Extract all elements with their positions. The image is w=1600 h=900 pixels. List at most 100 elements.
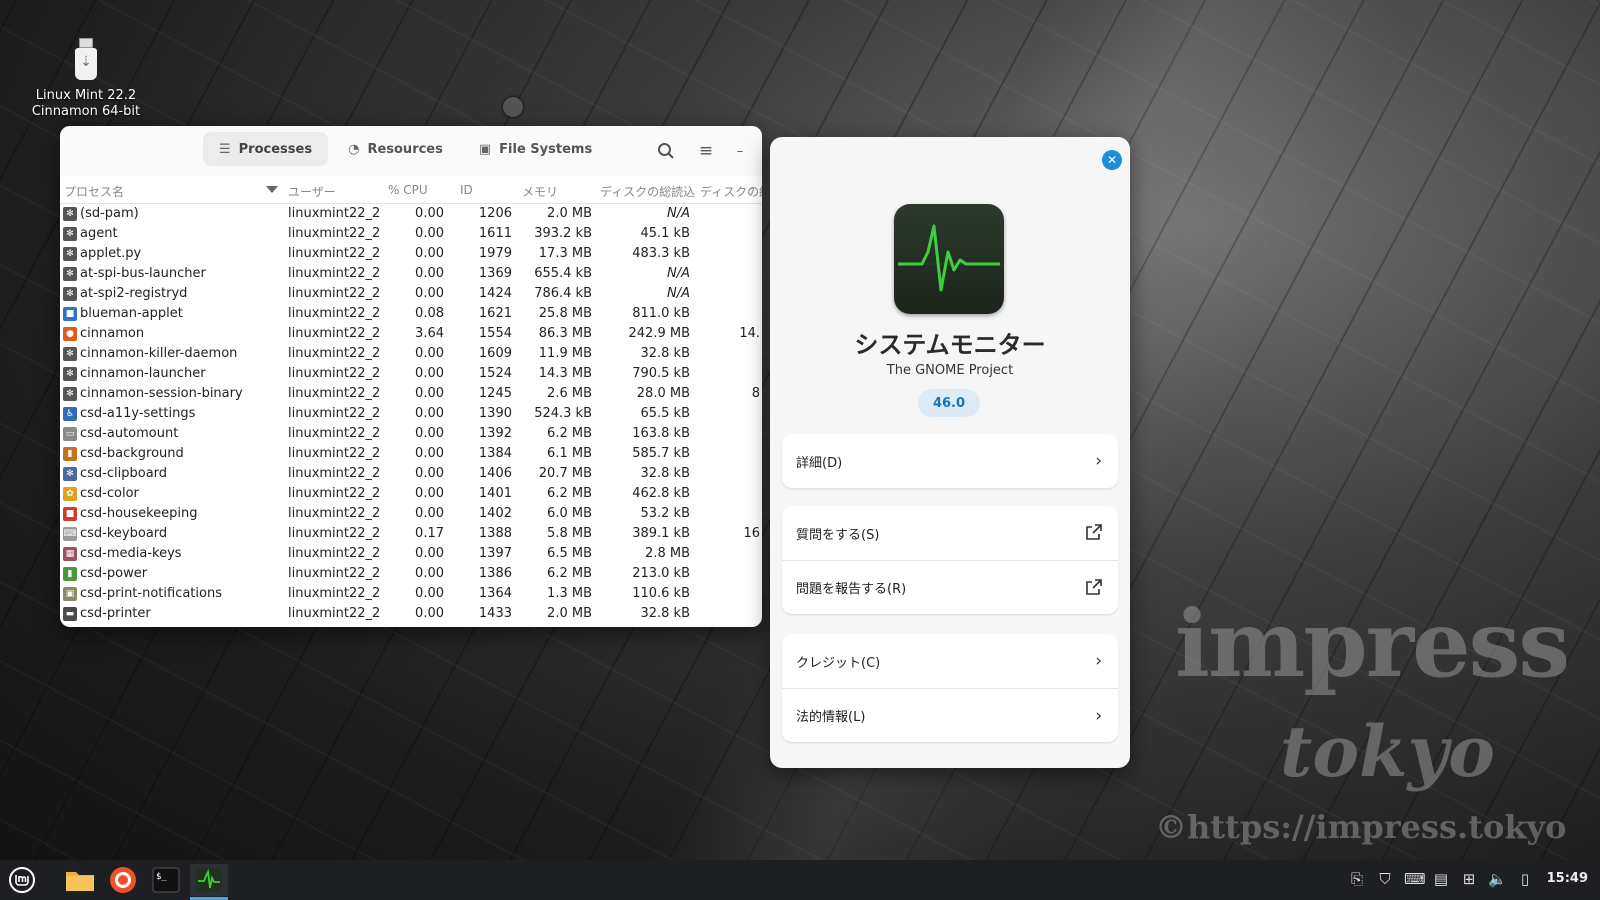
- disk-icon: ▣: [478, 141, 492, 157]
- process-memory: 393.2 kB: [534, 226, 592, 241]
- power-icon[interactable]: ▯: [1516, 870, 1534, 888]
- table-row[interactable]: ● cinnamon linuxmint22_2 3.64 1554 86.3 MB 242…: [60, 324, 762, 344]
- table-row[interactable]: ✿ csd-color linuxmint22_2 0.00 1401 6.2 MB 462…: [60, 484, 762, 504]
- taskbar-terminal[interactable]: $_: [147, 864, 185, 896]
- process-name: csd-housekeeping: [80, 506, 198, 521]
- process-cpu: 0.00: [415, 466, 444, 481]
- credits-row[interactable]: クレジット(C) ›: [782, 634, 1118, 688]
- network-icon[interactable]: ⊞: [1460, 870, 1478, 888]
- process-disk-read: 790.5 kB: [632, 366, 690, 381]
- taskbar-files[interactable]: [61, 864, 99, 896]
- hamburger-menu-icon[interactable]: ≡: [694, 139, 718, 163]
- ask-question-label: 質問をする(S): [796, 527, 880, 543]
- column-process-name[interactable]: プロセス名: [64, 183, 124, 200]
- desktop-icon-install-media[interactable]: ⇣ Linux Mint 22.2 Cinnamon 64-bit: [30, 38, 142, 120]
- process-cpu: 0.00: [415, 406, 444, 421]
- process-table-header: プロセス名 ユーザー % CPU ID メモリ ディスクの総読込 ディスクの総: [60, 176, 762, 204]
- table-row[interactable]: ✻ agent linuxmint22_2 0.00 1611 393.2 kB 45.1 …: [60, 224, 762, 244]
- column-cpu[interactable]: % CPU: [388, 183, 428, 197]
- list-icon: ☰: [219, 141, 231, 157]
- process-user: linuxmint22_2: [288, 526, 381, 541]
- clipboard-icon[interactable]: ⎘: [1348, 870, 1366, 888]
- table-row[interactable]: ▦ csd-media-keys linuxmint22_2 0.00 1397 6.5 …: [60, 544, 762, 564]
- table-row[interactable]: ✻ csd-clipboard linuxmint22_2 0.00 1406 20.7 …: [60, 464, 762, 484]
- process-disk-read: 28.0 MB: [636, 386, 690, 401]
- table-row[interactable]: ✻ (sd-pam) linuxmint22_2 0.00 1206 2.0 MB N/A: [60, 204, 762, 224]
- ask-question-row[interactable]: 質問をする(S): [782, 506, 1118, 560]
- process-name: applet.py: [80, 246, 142, 261]
- app-name: システムモニター: [854, 331, 1046, 359]
- table-row[interactable]: ▣ csd-print-notifications linuxmint22_2 0.0…: [60, 584, 762, 604]
- process-cpu: 0.00: [415, 506, 444, 521]
- process-cpu: 0.00: [415, 286, 444, 301]
- table-row[interactable]: ✻ cinnamon-launcher linuxmint22_2 0.00 1524 1…: [60, 364, 762, 384]
- table-row[interactable]: ✻ at-spi2-registryd linuxmint22_2 0.00 1424 7…: [60, 284, 762, 304]
- process-disk-read: N/A: [667, 206, 690, 221]
- process-user: linuxmint22_2: [288, 486, 381, 501]
- process-id: 1386: [478, 566, 512, 581]
- table-row[interactable]: ♿ csd-a11y-settings linuxmint22_2 0.00 1390 5…: [60, 404, 762, 424]
- minimize-icon[interactable]: –: [728, 139, 752, 163]
- tab-processes[interactable]: ☰ Processes: [203, 132, 329, 166]
- details-row[interactable]: 詳細(D) ›: [782, 434, 1118, 488]
- process-gear-icon: ✻: [63, 227, 77, 241]
- table-row[interactable]: ■ blueman-applet linuxmint22_2 0.08 1621 25.8…: [60, 304, 762, 324]
- column-memory[interactable]: メモリ: [522, 183, 558, 200]
- process-id: 1388: [478, 526, 512, 541]
- process-memory: 1.3 MB: [547, 586, 592, 601]
- system-monitor-window: ☰ Processes ◔ Resources ▣ File Systems ≡…: [60, 126, 762, 627]
- taskbar-firefox[interactable]: [104, 864, 142, 896]
- process-user: linuxmint22_2: [288, 206, 381, 221]
- process-gear-icon: ✻: [63, 247, 77, 261]
- process-user: linuxmint22_2: [288, 246, 381, 261]
- legal-row[interactable]: 法的情報(L) ›: [782, 688, 1118, 742]
- column-user[interactable]: ユーザー: [288, 183, 336, 200]
- table-row[interactable]: ■ csd-housekeeping linuxmint22_2 0.00 1402 6.…: [60, 504, 762, 524]
- table-row[interactable]: ▮ csd-background linuxmint22_2 0.00 1384 6.1 …: [60, 444, 762, 464]
- process-gear-icon: ✻: [63, 367, 77, 381]
- report-issue-row[interactable]: 問題を報告する(R): [782, 560, 1118, 614]
- table-row[interactable]: ✻ applet.py linuxmint22_2 0.00 1979 17.3 MB 48…: [60, 244, 762, 264]
- maximize-icon[interactable]: ☐: [758, 139, 762, 163]
- volume-icon[interactable]: 🔈: [1488, 870, 1507, 888]
- table-row[interactable]: ⌨ csd-keyboard linuxmint22_2 0.17 1388 5.8 MB…: [60, 524, 762, 544]
- column-disk-read[interactable]: ディスクの総読込: [600, 183, 695, 200]
- table-row[interactable]: ✻ at-spi-bus-launcher linuxmint22_2 0.00 136…: [60, 264, 762, 284]
- notes-icon[interactable]: ▤: [1432, 870, 1450, 888]
- process-name: csd-background: [80, 446, 184, 461]
- process-memory: 6.2 MB: [547, 566, 592, 581]
- external-link-icon: [1086, 579, 1102, 595]
- watermark-url: ©https://impress.tokyo: [1155, 808, 1567, 846]
- shield-icon[interactable]: ⛉: [1376, 870, 1394, 888]
- process-memory: 2.0 MB: [547, 206, 592, 221]
- mouse-cursor: [503, 97, 523, 117]
- table-row[interactable]: ✻ cinnamon-killer-daemon linuxmint22_2 0.00…: [60, 344, 762, 364]
- process-gear-icon: ✻: [63, 287, 77, 301]
- taskbar-system-monitor[interactable]: [190, 864, 228, 900]
- keyboard-icon[interactable]: ⌨: [1404, 870, 1426, 888]
- desktop-icon-label-line2: Cinnamon 64-bit: [31, 104, 141, 119]
- tab-file-systems[interactable]: ▣ File Systems: [463, 132, 608, 166]
- table-row[interactable]: ✻ cinnamon-session-binary linuxmint22_2 0.0…: [60, 384, 762, 404]
- column-disk-write[interactable]: ディスクの総: [700, 183, 762, 200]
- close-icon[interactable]: ✕: [1102, 150, 1122, 170]
- process-name: at-spi2-registryd: [80, 286, 188, 301]
- search-icon[interactable]: [654, 139, 678, 163]
- process-person-icon: ♿: [63, 407, 77, 421]
- mint-menu-button[interactable]: [6, 866, 38, 894]
- process-print-icon: ▣: [63, 587, 77, 601]
- process-name: cinnamon-session-binary: [80, 386, 243, 401]
- clock[interactable]: 15:49: [1547, 871, 1588, 886]
- process-printer-icon: ▬: [63, 607, 77, 621]
- table-row[interactable]: ▭ csd-automount linuxmint22_2 0.00 1392 6.2 M…: [60, 424, 762, 444]
- watermark-tokyo: tokyo: [1280, 710, 1495, 793]
- credits-label: クレジット(C): [796, 655, 881, 671]
- column-id[interactable]: ID: [460, 183, 473, 197]
- table-row[interactable]: ▬ csd-printer linuxmint22_2 0.00 1433 2.0 MB 3…: [60, 604, 762, 624]
- process-memory: 6.1 MB: [547, 446, 592, 461]
- process-disk-write: 16: [743, 526, 760, 541]
- process-disk-write: 8: [751, 386, 760, 401]
- table-row[interactable]: ▮ csd-power linuxmint22_2 0.00 1386 6.2 MB 213…: [60, 564, 762, 584]
- tab-resources[interactable]: ◔ Resources: [332, 132, 459, 166]
- process-cpu: 0.00: [415, 346, 444, 361]
